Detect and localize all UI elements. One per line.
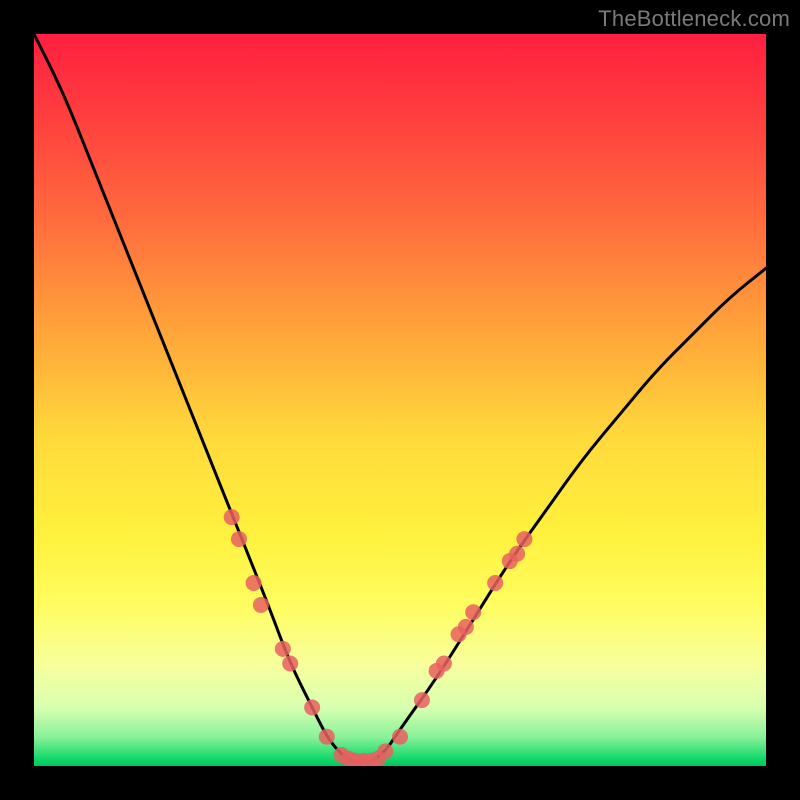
data-marker [487, 575, 503, 591]
data-marker [458, 619, 474, 635]
marker-group [224, 509, 533, 766]
watermark-text: TheBottleneck.com [598, 6, 790, 32]
data-marker [465, 604, 481, 620]
data-marker [436, 656, 452, 672]
data-marker [414, 692, 430, 708]
bottleneck-curve [34, 34, 766, 762]
data-marker [282, 656, 298, 672]
data-marker [224, 509, 240, 525]
data-marker [516, 531, 532, 547]
data-marker [253, 597, 269, 613]
data-marker [246, 575, 262, 591]
chart-svg [34, 34, 766, 766]
data-marker [509, 546, 525, 562]
data-marker [231, 531, 247, 547]
data-marker [377, 743, 393, 759]
chart-plot-area [34, 34, 766, 766]
data-marker [275, 641, 291, 657]
data-marker [319, 729, 335, 745]
chart-frame: TheBottleneck.com [0, 0, 800, 800]
data-marker [392, 729, 408, 745]
data-marker [304, 699, 320, 715]
